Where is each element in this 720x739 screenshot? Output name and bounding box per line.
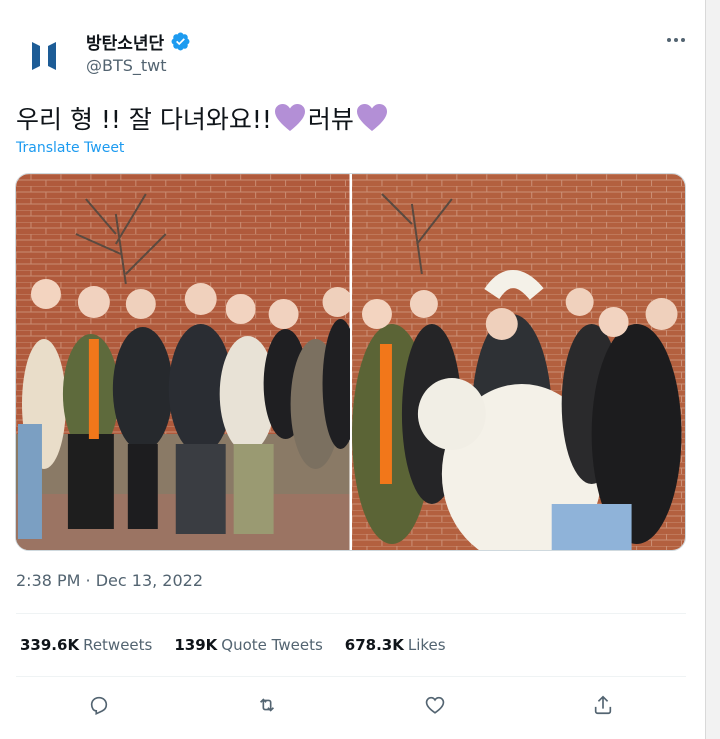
tweet-text: 우리 형 !! 잘 다녀와요!! 러뷰 bbox=[16, 100, 390, 136]
action-bar bbox=[0, 690, 705, 720]
translate-tweet-link[interactable]: Translate Tweet bbox=[16, 140, 124, 156]
retweet-icon[interactable] bbox=[252, 690, 282, 720]
bts-logo-icon bbox=[32, 42, 56, 70]
verified-badge-icon bbox=[170, 31, 191, 52]
purple-heart-icon bbox=[274, 104, 305, 131]
timestamp[interactable]: 2:38 PM · Dec 13, 2022 bbox=[16, 571, 203, 590]
photo-1[interactable] bbox=[16, 174, 350, 550]
divider bbox=[16, 676, 686, 677]
tweet-card: 방탄소년단 @BTS_twt 우리 형 !! 잘 다녀와요!! 러뷰 Trans… bbox=[0, 0, 705, 739]
retweets-label: Retweets bbox=[83, 636, 153, 654]
more-dots-icon[interactable] bbox=[664, 30, 688, 50]
photo-2[interactable] bbox=[351, 174, 685, 550]
media-grid bbox=[15, 173, 686, 551]
retweets-count: 339.6K bbox=[20, 636, 80, 654]
avatar[interactable] bbox=[16, 28, 72, 84]
author-block: 방탄소년단 @BTS_twt bbox=[86, 28, 191, 75]
share-icon[interactable] bbox=[588, 690, 618, 720]
scrollbar-track[interactable] bbox=[705, 0, 720, 739]
quote-tweets-label: Quote Tweets bbox=[221, 636, 323, 654]
likes-label: Likes bbox=[407, 636, 446, 654]
tweet-text-part1: 우리 형 !! 잘 다녀와요!! bbox=[16, 105, 272, 134]
reply-icon[interactable] bbox=[84, 690, 114, 720]
quote-tweets-count: 139K bbox=[174, 636, 218, 654]
handle[interactable]: @BTS_twt bbox=[86, 56, 191, 75]
tweet-text-part2: 러뷰 bbox=[307, 105, 354, 134]
quote-tweets-stat[interactable]: 139K Quote Tweets bbox=[174, 636, 322, 654]
divider bbox=[16, 613, 686, 614]
likes-count: 678.3K bbox=[344, 636, 404, 654]
purple-heart-icon bbox=[356, 104, 387, 131]
retweets-stat[interactable]: 339.6K Retweets bbox=[20, 636, 152, 654]
likes-stat[interactable]: 678.3K Likes bbox=[345, 636, 446, 654]
display-name[interactable]: 방탄소년단 bbox=[86, 29, 164, 54]
like-icon[interactable] bbox=[420, 690, 450, 720]
engagement-stats: 339.6K Retweets 139K Quote Tweets 678.3K… bbox=[20, 636, 468, 654]
